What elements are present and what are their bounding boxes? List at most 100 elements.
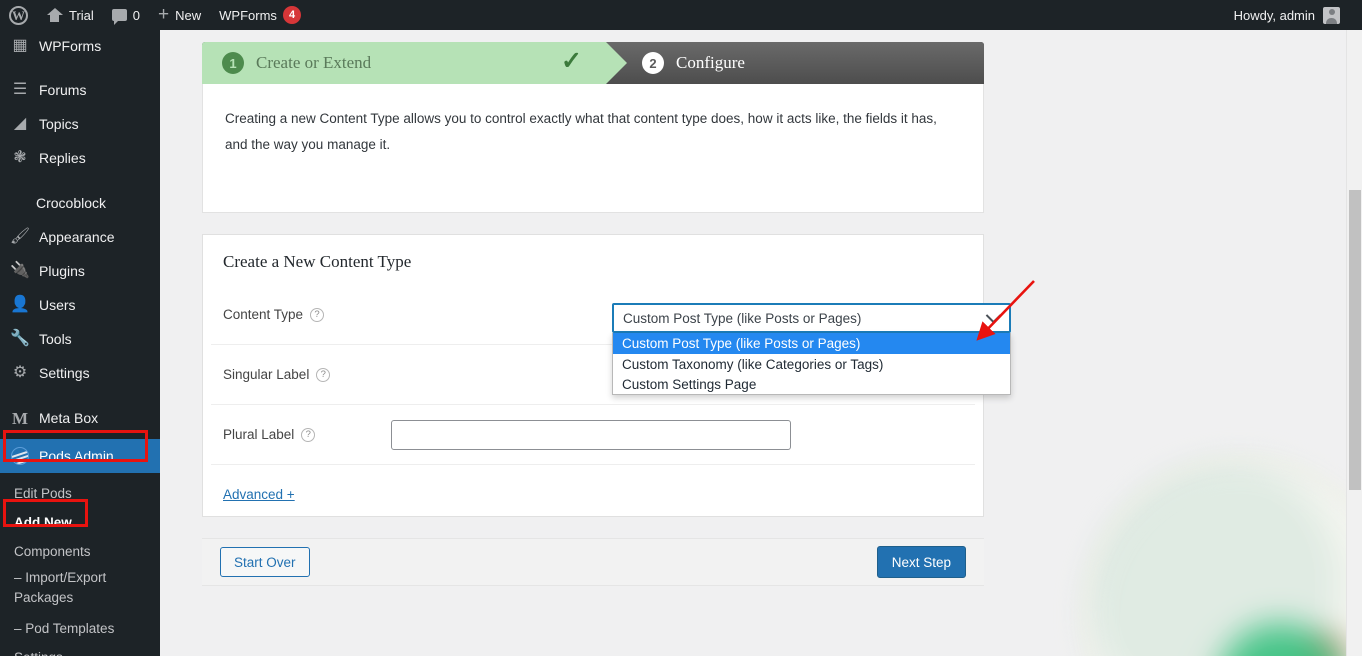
step-2-number: 2 [642,52,664,74]
step-1-check-icon: ✓ [561,48,582,75]
appearance-icon: 🖌 [9,228,31,245]
page-scrollbar[interactable] [1346,18,1362,656]
sidebar-item-crocoblock[interactable]: Crocoblock [0,186,160,220]
sidebar-subitem-pod-templates[interactable]: – Pod Templates [0,614,160,643]
wpforms-label: WPForms [219,7,277,23]
sidebar-item-label: Crocoblock [36,195,107,211]
sidebar-item-label: Users [39,297,76,313]
sidebar-divider-1 [0,62,160,73]
sidebar-divider-3 [0,390,160,401]
sidebar-item-label: Forums [39,82,87,98]
sidebar-subitem-label: – Import/Export Packages [14,570,107,605]
wordpress-logo-icon: W [9,5,28,25]
sidebar-subitem-add-new[interactable]: Add New [0,508,160,537]
sidebar-item-label: Appearance [39,229,115,245]
metabox-icon: M [11,408,29,428]
sidebar-item-appearance[interactable]: 🖌 Appearance [0,220,160,254]
comments-menu[interactable]: 0 [103,0,149,30]
sidebar-item-label: Pods Admin [39,448,114,464]
sidebar-subitem-label: Components [14,544,91,559]
site-name-menu[interactable]: Trial [37,0,103,30]
next-step-button[interactable]: Next Step [876,546,966,578]
sidebar-item-users[interactable]: 👤 Users [0,288,160,322]
sidebar-item-label: Topics [39,116,79,132]
plural-label-text: Plural Label [223,427,295,442]
singular-label-text: Singular Label [223,367,310,382]
comments-count: 0 [132,7,141,23]
pods-icon [10,447,30,465]
wizard-intro: Creating a new Content Type allows you t… [202,84,984,213]
topics-icon: ◢ [13,115,27,132]
background-watermark [1082,456,1362,656]
users-icon: 👤 [10,296,30,313]
plural-label-label: Plural Label ? [223,427,391,442]
plural-label-input[interactable] [391,419,791,450]
content-type-label-text: Content Type [223,307,304,322]
form-row-plural-label: Plural Label ? [211,405,975,465]
sidebar-item-label: WPForms [39,38,102,54]
sidebar-item-topics[interactable]: ◢ Topics [0,107,160,141]
panel-title: Create a New Content Type [223,252,412,271]
help-icon[interactable]: ? [301,427,316,442]
annotation-arrow [976,280,1035,341]
sidebar-divider-2 [0,175,160,186]
option-custom-taxonomy[interactable]: Custom Taxonomy (like Categories or Tags… [613,354,1010,374]
sidebar-subitem-label: Add New [14,515,72,530]
new-label: New [175,7,202,23]
sidebar-item-label: Meta Box [39,410,99,426]
help-icon[interactable]: ? [310,307,325,322]
help-icon[interactable]: ? [316,367,331,382]
wizard-intro-text: Creating a new Content Type allows you t… [225,111,937,152]
sidebar-item-replies[interactable]: ❃ Replies [0,141,160,175]
scrollbar-thumb[interactable] [1349,190,1361,490]
admin-sidebar: ▦ WPForms ☰ Forums ◢ Topics ❃ Replies Cr… [0,30,160,656]
sidebar-subitem-import-export-packages[interactable]: – Import/Export Packages [0,566,140,610]
sidebar-item-wpforms[interactable]: ▦ WPForms [0,30,160,62]
option-label: Custom Settings Page [622,376,757,392]
comment-bubble-icon [111,9,127,25]
tools-icon: 🔧 [10,330,30,347]
content-type-option-list: Custom Post Type (like Posts or Pages) C… [612,333,1011,395]
content-type-label: Content Type ? [223,307,391,322]
sidebar-subitem-components[interactable]: Components [0,537,160,566]
plugins-icon: 🔌 [10,262,30,279]
plus-icon: + [158,4,170,25]
sidebar-item-tools[interactable]: 🔧 Tools [0,322,160,356]
content-type-select-wrapper: Custom Post Type (like Posts or Pages) C… [612,303,1011,395]
sidebar-subitem-label: – Pod Templates [14,621,115,636]
wizard-step-1[interactable]: 1 Create or Extend ✓ [202,42,627,84]
sidebar-item-plugins[interactable]: 🔌 Plugins [0,254,160,288]
step-2-label: Configure [676,53,745,72]
advanced-toggle-link[interactable]: Advanced + [223,487,295,502]
content-type-select[interactable]: Custom Post Type (like Posts or Pages) [612,303,1011,333]
sidebar-item-pods-admin[interactable]: Pods Admin [0,439,160,473]
sidebar-subitem-settings[interactable]: Settings [0,643,160,656]
avatar [1323,6,1340,24]
sidebar-item-meta-box[interactable]: M Meta Box [0,401,160,435]
panel-title-spacer [203,272,983,285]
form-row-advanced: Advanced + [211,465,975,523]
start-over-button[interactable]: Start Over [220,547,310,577]
wordpress-logo-menu[interactable]: W [0,0,37,30]
new-content-menu[interactable]: + New [149,0,210,30]
singular-label-label: Singular Label ? [223,367,391,382]
step-1-number: 1 [222,52,244,74]
sidebar-subitem-label: Edit Pods [14,486,72,501]
option-label: Custom Post Type (like Posts or Pages) [622,336,861,351]
option-custom-post-type[interactable]: Custom Post Type (like Posts or Pages) [613,333,1010,354]
content-type-select-value: Custom Post Type (like Posts or Pages) [623,310,862,326]
main-content: 1 Create or Extend ✓ 2 Configure Creatin… [160,30,1362,656]
wpforms-count-badge: 4 [282,6,302,24]
sidebar-item-label: Tools [39,331,72,347]
wizard-footer: Start Over Next Step [202,538,984,586]
wizard-step-2[interactable]: 2 Configure [606,42,984,84]
settings-icon: ⚙ [12,364,28,381]
wpforms-menu[interactable]: WPForms 4 [210,0,310,30]
option-custom-settings-page[interactable]: Custom Settings Page [613,374,1010,394]
sidebar-subitem-edit-pods[interactable]: Edit Pods [0,479,160,508]
sidebar-item-settings[interactable]: ⚙ Settings [0,356,160,390]
sidebar-item-forums[interactable]: ☰ Forums [0,73,160,107]
wpforms-icon: ▦ [12,37,28,54]
account-menu[interactable]: Howdy, admin [1234,6,1362,24]
admin-bar: W Trial 0 + New WPForms 4 Howdy, admin [0,0,1362,30]
